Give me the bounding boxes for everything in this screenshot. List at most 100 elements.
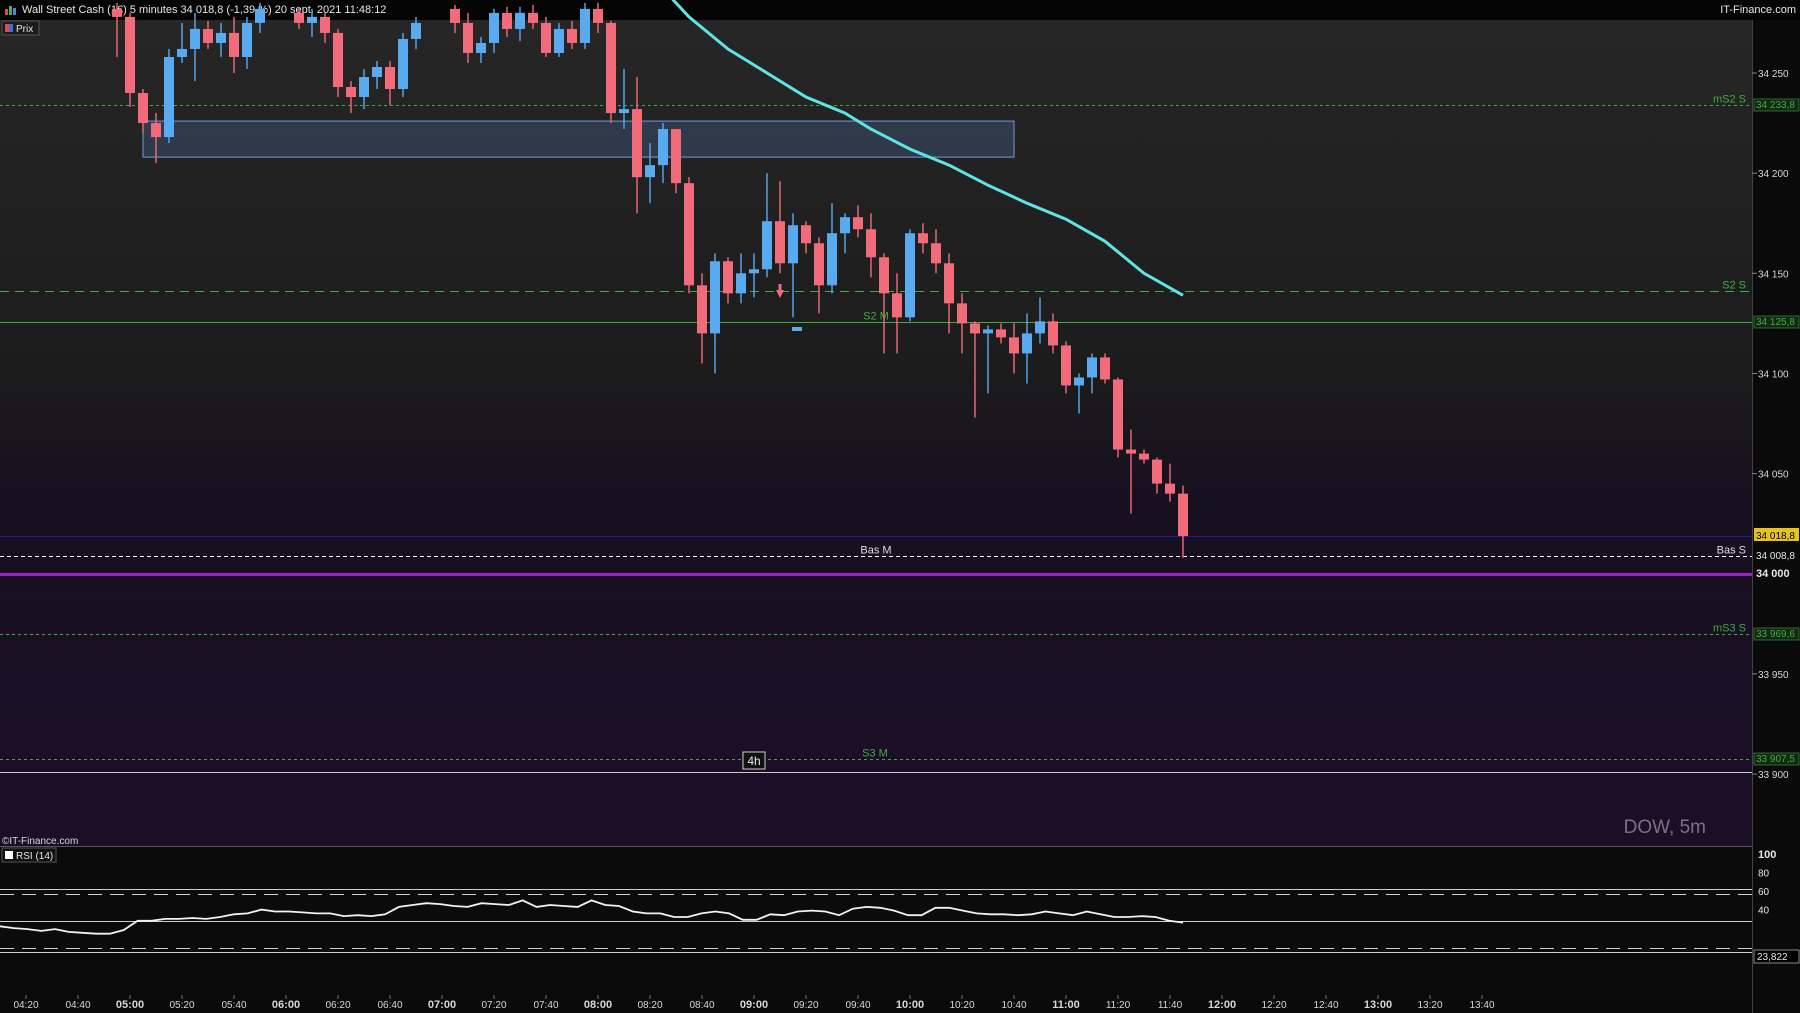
- x-tick-label: 12:00: [1208, 999, 1236, 1011]
- x-tick-label: 06:00: [272, 999, 300, 1011]
- level-axis-label-s3-m: 33 907,5: [1756, 754, 1795, 765]
- candle-body: [177, 48, 187, 57]
- y-tick-label: 34 050: [1758, 470, 1789, 481]
- x-tick-label: 07:40: [533, 1000, 558, 1011]
- chart-watermark: DOW, 5m: [1624, 817, 1706, 838]
- candle-body: [515, 12, 525, 29]
- candle-body: [593, 8, 603, 23]
- candle-body: [541, 22, 551, 53]
- level-label-s2-s: S2 S: [1722, 280, 1746, 292]
- candle-body: [307, 16, 317, 23]
- rsi-tick-label: 100: [1758, 849, 1776, 861]
- rsi-tick-label: 80: [1758, 869, 1770, 880]
- candle-body: [372, 66, 382, 78]
- candle-body: [671, 129, 681, 184]
- candle-body: [450, 8, 460, 23]
- x-tick-label: 08:20: [637, 1000, 662, 1011]
- x-tick-label: 10:00: [896, 999, 924, 1011]
- level-label-bas-m: Bas M: [860, 545, 891, 557]
- candle-body: [320, 16, 330, 33]
- candle-body: [1022, 333, 1032, 354]
- price-chart[interactable]: mS2 S 34 233,8 S2 S S2 M 34 125,8 34 018,8 Bas…: [0, 0, 1800, 1013]
- candle-body: [476, 42, 486, 53]
- level-axis-label-last: 34 018,8: [1756, 531, 1795, 542]
- x-tick-label: 10:40: [1001, 1000, 1026, 1011]
- rsi-legend: RSI (14): [1, 847, 57, 863]
- candle: [541, 16, 551, 57]
- candle-body: [1165, 483, 1175, 494]
- candle-body: [970, 323, 980, 334]
- candle-body: [879, 257, 889, 294]
- candle-body: [554, 28, 564, 53]
- x-tick-label: 08:40: [689, 1000, 714, 1011]
- x-tick-label: 05:20: [169, 1000, 194, 1011]
- candle-body: [164, 56, 174, 138]
- candle-body: [827, 233, 837, 286]
- candle-body: [723, 261, 733, 294]
- y-tick-label: 34 250: [1758, 69, 1789, 80]
- y-tick-label: 34 100: [1758, 369, 1789, 380]
- candle-body: [1100, 357, 1110, 380]
- x-tick-label: 09:00: [740, 999, 768, 1011]
- candle-body: [697, 285, 707, 334]
- candle-body: [216, 32, 226, 43]
- candle: [164, 48, 174, 144]
- candle: [905, 229, 915, 322]
- candle-body: [411, 22, 421, 39]
- candle-body: [567, 28, 577, 43]
- candle-body: [112, 8, 122, 17]
- candle-body: [1178, 493, 1188, 537]
- rsi-legend-label: RSI (14): [16, 851, 53, 862]
- candle-body: [1113, 379, 1123, 450]
- x-tick-label: 13:40: [1469, 1000, 1494, 1011]
- level-label-ms3-s: mS3 S: [1713, 623, 1746, 635]
- x-tick-label: 09:40: [845, 1000, 870, 1011]
- candle-body: [619, 109, 629, 114]
- candle-body: [385, 66, 395, 90]
- level-axis-label-bas-s: 34 008,8: [1756, 551, 1795, 562]
- candle-body: [658, 129, 668, 166]
- y-tick-label: 34 150: [1758, 269, 1789, 280]
- level-label-ms2-s: mS2 S: [1713, 94, 1746, 106]
- candle-body: [1035, 321, 1045, 334]
- candle-body: [788, 225, 798, 264]
- x-tick-label: 07:20: [481, 1000, 506, 1011]
- buy-marker: [792, 327, 802, 331]
- rsi-tick-label: 40: [1758, 906, 1770, 917]
- candle-body: [1009, 337, 1019, 354]
- x-tick-label: 05:40: [221, 1000, 246, 1011]
- candle-body: [1048, 321, 1058, 346]
- price-legend-label: Prix: [16, 24, 33, 35]
- candle-body: [1152, 459, 1162, 484]
- rsi-tick-label: 60: [1758, 887, 1770, 898]
- timeframe-box-label: 4h: [747, 754, 760, 768]
- candle: [1100, 353, 1110, 384]
- x-tick-label: 07:00: [428, 999, 456, 1011]
- x-tick-label: 13:20: [1417, 1000, 1442, 1011]
- candle-body: [762, 221, 772, 270]
- x-tick-label: 08:00: [584, 999, 612, 1011]
- candle: [580, 2, 590, 49]
- price-legend: Prix: [1, 20, 40, 36]
- x-tick-label: 11:00: [1052, 999, 1080, 1011]
- candle-body: [333, 32, 343, 88]
- x-tick-label: 05:00: [116, 999, 144, 1011]
- candle-body: [918, 233, 928, 244]
- x-tick-label: 12:40: [1313, 1000, 1338, 1011]
- candle-body: [1126, 449, 1136, 454]
- candle-body: [190, 28, 200, 49]
- candle-body: [866, 229, 876, 258]
- candle-body: [580, 8, 590, 43]
- candle-body: [606, 22, 616, 114]
- candle-body: [489, 12, 499, 43]
- x-tick-label: 10:20: [949, 1000, 974, 1011]
- x-tick-label: 04:20: [13, 1000, 38, 1011]
- x-tick-label: 12:20: [1261, 1000, 1286, 1011]
- candle-body: [502, 12, 512, 29]
- candle-body: [996, 329, 1006, 338]
- candle-body: [398, 38, 408, 90]
- candle-body: [463, 22, 473, 53]
- candle: [1113, 377, 1123, 458]
- candle-body: [1074, 377, 1084, 386]
- candle-body: [255, 8, 265, 23]
